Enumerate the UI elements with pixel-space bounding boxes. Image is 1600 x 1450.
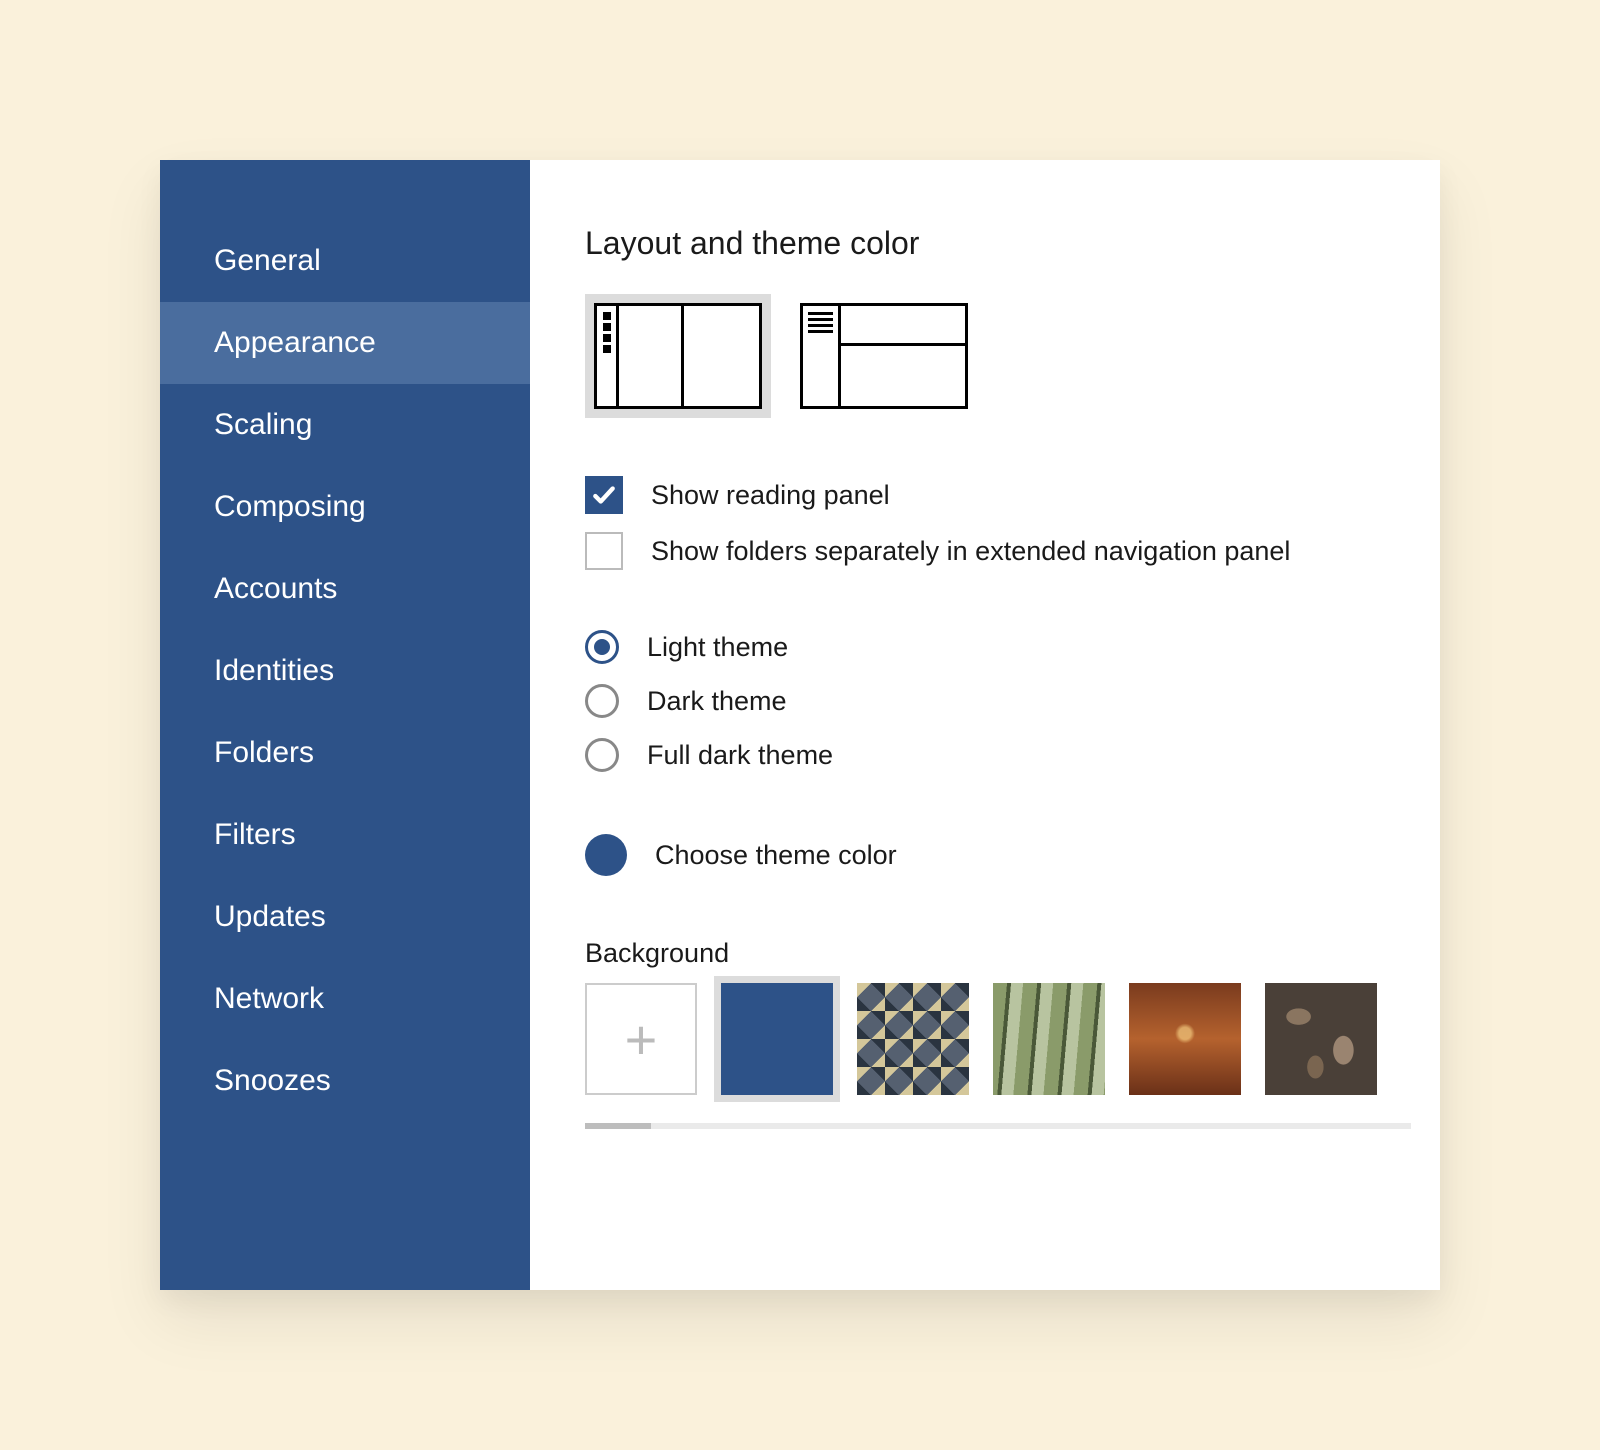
checkbox-label: Show reading panel: [651, 480, 890, 511]
layout-option-three-column[interactable]: [585, 294, 771, 418]
layout-thumbnail-icon: [800, 303, 968, 409]
sidebar-item-folders[interactable]: Folders: [160, 712, 530, 794]
sidebar-item-updates[interactable]: Updates: [160, 876, 530, 958]
sidebar-item-general[interactable]: General: [160, 220, 530, 302]
radio-label: Full dark theme: [647, 740, 833, 771]
sidebar-item-composing[interactable]: Composing: [160, 466, 530, 548]
sidebar-item-label: Appearance: [214, 326, 376, 359]
theme-color-label: Choose theme color: [655, 840, 897, 871]
check-icon: [591, 482, 617, 508]
radio-full-dark-theme: Full dark theme: [585, 738, 1428, 772]
sidebar-item-appearance[interactable]: Appearance: [160, 302, 530, 384]
checkbox-input[interactable]: [585, 532, 623, 570]
radio-label: Dark theme: [647, 686, 787, 717]
scrollbar-thumb[interactable]: [585, 1123, 651, 1129]
layout-thumbnail-icon: [594, 303, 762, 409]
checkbox-show-reading-panel: Show reading panel: [585, 476, 1428, 514]
checkbox-show-folders-separately: Show folders separately in extended navi…: [585, 532, 1428, 570]
settings-sidebar: General Appearance Scaling Composing Acc…: [160, 160, 530, 1290]
theme-radio-group: Light theme Dark theme Full dark theme: [585, 630, 1428, 792]
background-title: Background: [585, 938, 1428, 969]
sidebar-item-snoozes[interactable]: Snoozes: [160, 1040, 530, 1122]
sidebar-item-label: Updates: [214, 900, 326, 933]
radio-input[interactable]: [585, 684, 619, 718]
sidebar-item-label: Snoozes: [214, 1064, 331, 1097]
plus-icon: +: [625, 1007, 658, 1072]
sidebar-item-label: Network: [214, 982, 324, 1015]
checkbox-label: Show folders separately in extended navi…: [651, 536, 1290, 567]
sidebar-item-accounts[interactable]: Accounts: [160, 548, 530, 630]
background-option-image-1[interactable]: [857, 983, 969, 1095]
background-add-button[interactable]: +: [585, 983, 697, 1095]
settings-window: General Appearance Scaling Composing Acc…: [160, 160, 1440, 1290]
radio-label: Light theme: [647, 632, 788, 663]
radio-light-theme: Light theme: [585, 630, 1428, 664]
background-option-image-2[interactable]: [993, 983, 1105, 1095]
sidebar-item-label: General: [214, 244, 321, 277]
background-option-image-4[interactable]: [1265, 983, 1377, 1095]
background-section: Background +: [585, 938, 1428, 1129]
sidebar-item-label: Identities: [214, 654, 334, 687]
sidebar-item-label: Accounts: [214, 572, 337, 605]
sidebar-item-identities[interactable]: Identities: [160, 630, 530, 712]
background-option-image-3[interactable]: [1129, 983, 1241, 1095]
settings-main: Layout and theme color Show reading: [530, 160, 1440, 1290]
sidebar-item-scaling[interactable]: Scaling: [160, 384, 530, 466]
sidebar-item-network[interactable]: Network: [160, 958, 530, 1040]
sidebar-item-label: Scaling: [214, 408, 312, 441]
section-title: Layout and theme color: [585, 225, 1428, 262]
sidebar-item-label: Folders: [214, 736, 314, 769]
sidebar-item-filters[interactable]: Filters: [160, 794, 530, 876]
theme-color-swatch[interactable]: [585, 834, 627, 876]
background-option-solid[interactable]: [721, 983, 833, 1095]
background-scrollbar[interactable]: [585, 1123, 1411, 1129]
radio-input[interactable]: [585, 738, 619, 772]
layout-options: [585, 294, 1428, 418]
choose-theme-color: Choose theme color: [585, 834, 1428, 876]
radio-input[interactable]: [585, 630, 619, 664]
sidebar-item-label: Filters: [214, 818, 296, 851]
radio-dark-theme: Dark theme: [585, 684, 1428, 718]
layout-option-split-row[interactable]: [791, 294, 977, 418]
sidebar-item-label: Composing: [214, 490, 366, 523]
checkbox-input[interactable]: [585, 476, 623, 514]
background-row: +: [585, 983, 1428, 1095]
